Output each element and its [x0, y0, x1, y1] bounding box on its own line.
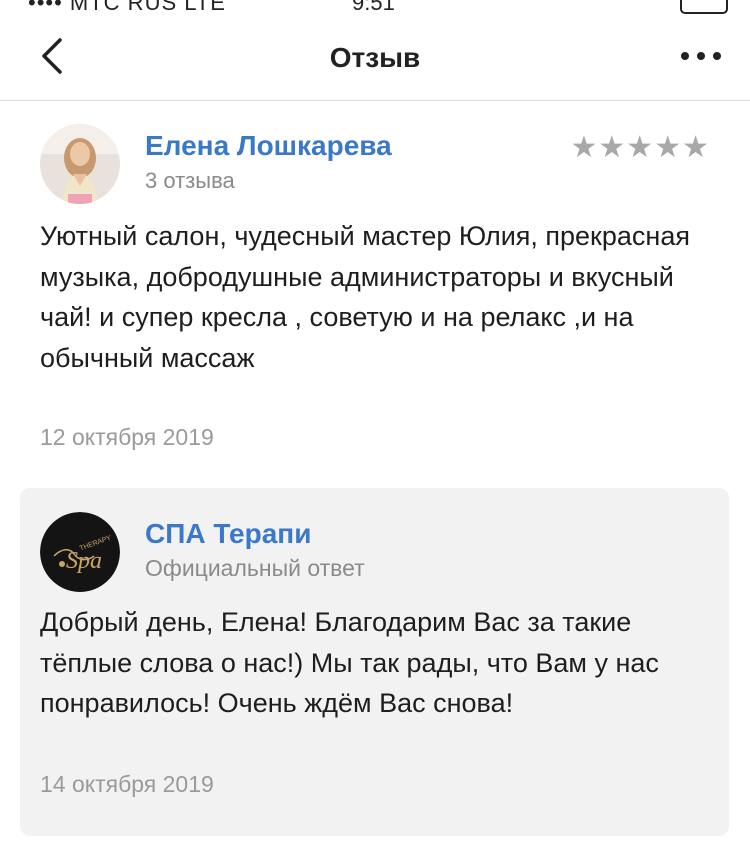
reply-text: Добрый день, Елена! Благодарим Вас за та…	[40, 607, 659, 718]
more-button[interactable]	[676, 36, 726, 76]
review-text: Уютный салон, чудесный мастер Юлия, прек…	[40, 221, 690, 373]
page-title: Отзыв	[329, 42, 421, 73]
status-time: 9:51	[352, 0, 395, 15]
more-horizontal-icon	[681, 52, 721, 60]
reply-date: 14 октября 2019	[40, 771, 214, 797]
navigation-bar: Отзыв	[0, 18, 750, 101]
official-reply-card: THERAPY Spa СПА Терапи Официальный ответ…	[20, 488, 729, 836]
spa-logo: THERAPY Spa	[40, 512, 120, 592]
business-avatar[interactable]: THERAPY Spa	[40, 512, 120, 592]
svg-text:Spa: Spa	[66, 548, 102, 574]
reviewer-name[interactable]: Елена Лошкарева	[145, 130, 392, 162]
star-rating: ★★★★★	[570, 131, 710, 164]
official-reply-label: Официальный ответ	[145, 555, 365, 581]
status-bar: •••• МТС RUS LTE 9:51	[0, 0, 750, 18]
battery-icon	[680, 0, 728, 14]
review-date: 12 октября 2019	[40, 424, 214, 450]
reviewer-review-count: 3 отзыва	[145, 168, 235, 193]
reviewer-avatar[interactable]	[40, 124, 120, 204]
business-name[interactable]: СПА Терапи	[145, 518, 311, 550]
reviewer-photo	[40, 124, 120, 204]
carrier-signal: •••• МТС RUS LTE	[28, 0, 226, 15]
